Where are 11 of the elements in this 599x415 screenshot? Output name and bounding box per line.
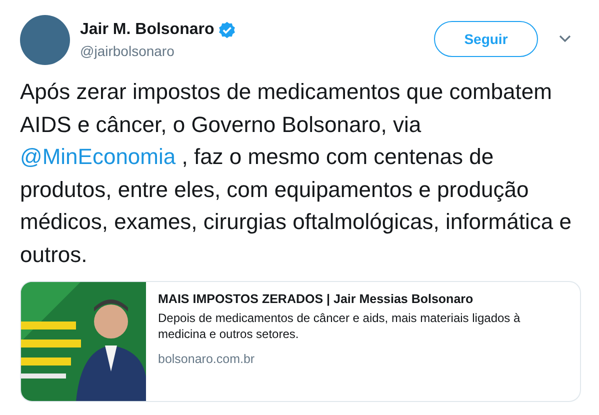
tweet-text: Após zerar impostos de medicamentos que combatem AIDS e câncer, o Governo Bolsonaro, via @MinEconomia , faz o mesmo com centenas de produtos, entre eles, com equipamentos e produção médicos, exames, cirurgias oftalmológicas, informática e outros. [20, 78, 572, 268]
link-card[interactable]: MAIS IMPOSTOS ZERADOS | Jair Messias Bolsonaro Depois de medicamentos de câncer e aids, mais materiais ligados à medicina e outros setores. bolsonaro.com.br [20, 281, 581, 402]
mention-link[interactable]: @MinEconomia [20, 144, 176, 169]
chevron-icon[interactable] [559, 35, 571, 43]
follow-button[interactable]: Seguir [434, 20, 538, 56]
author-name[interactable]: Jair M. Bolsonaro [80, 21, 214, 39]
card-title: MAIS IMPOSTOS ZERADOS | Jair Messias Bolsonaro [158, 292, 474, 306]
avatar[interactable] [20, 15, 70, 65]
card-domain: bolsonaro.com.br [158, 352, 256, 366]
author-handle[interactable]: @jairbolsonaro [80, 43, 434, 59]
card-description: Depois de medicamentos de câncer e aids, mais materiais ligados à medicina e outros setores. [158, 310, 522, 342]
